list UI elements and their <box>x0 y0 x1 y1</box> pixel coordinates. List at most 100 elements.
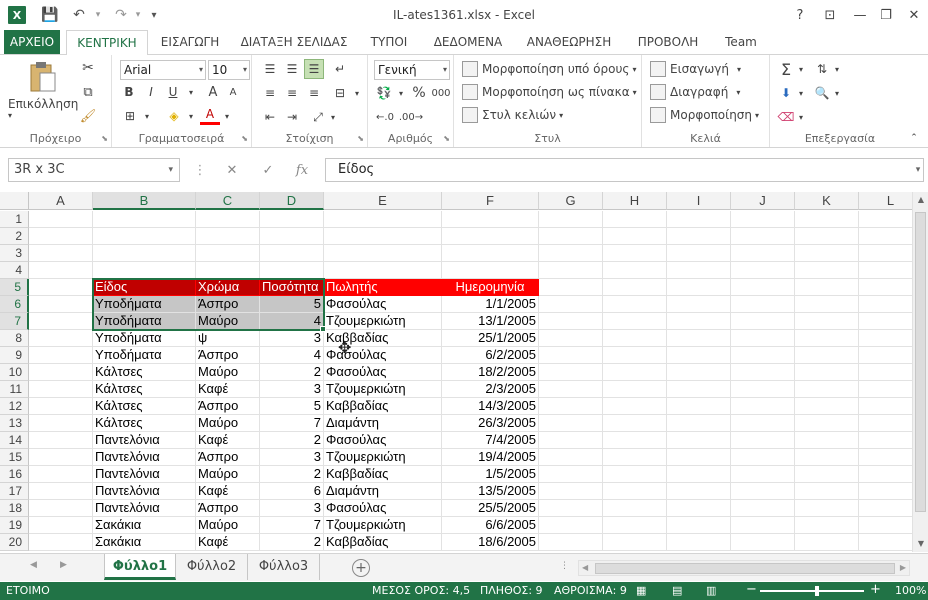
cell-B16[interactable]: Παντελόνια <box>93 466 196 483</box>
cell-D10[interactable]: 2 <box>260 364 324 381</box>
cell-H18[interactable] <box>603 500 667 517</box>
wrap-text-icon[interactable]: ↵ <box>330 59 350 79</box>
sheet-tab-2[interactable]: Φύλλο2 <box>176 554 248 580</box>
cell-I10[interactable] <box>667 364 731 381</box>
insert-function-icon[interactable]: fx <box>290 158 314 182</box>
cell-J2[interactable] <box>731 228 795 245</box>
cell-I3[interactable] <box>667 245 731 262</box>
row-header-2[interactable]: 2 <box>0 228 29 245</box>
cell-G12[interactable] <box>539 398 603 415</box>
cell-G1[interactable] <box>539 211 603 228</box>
cell-C17[interactable]: Καφέ <box>196 483 260 500</box>
cell-A18[interactable] <box>29 500 93 517</box>
cell-C7[interactable]: Μαύρο <box>196 313 260 330</box>
cell-B17[interactable]: Παντελόνια <box>93 483 196 500</box>
cell-D18[interactable]: 3 <box>260 500 324 517</box>
cell-A3[interactable] <box>29 245 93 262</box>
cell-H3[interactable] <box>603 245 667 262</box>
column-header-B[interactable]: B <box>93 192 196 210</box>
autosum-button[interactable]: Σ <box>776 59 796 79</box>
middle-align-icon[interactable]: ☰ <box>282 59 302 79</box>
tab-page-layout[interactable]: ΔΙΑΤΑΞΗ ΣΕΛΙΔΑΣ <box>238 30 350 54</box>
format-painter-icon[interactable]: 🖌 <box>78 107 98 125</box>
shrink-font-button[interactable]: A <box>224 83 242 101</box>
conditional-formatting-button[interactable]: Μορφοποίηση υπό όρους ▾ <box>462 61 636 77</box>
minimize-button[interactable]: — <box>846 4 874 26</box>
column-header-E[interactable]: E <box>324 192 442 210</box>
cell-C15[interactable]: Άσπρο <box>196 449 260 466</box>
font-color-icon[interactable]: A <box>200 105 220 125</box>
cell-H1[interactable] <box>603 211 667 228</box>
cell-H6[interactable] <box>603 296 667 313</box>
borders-icon[interactable]: ⊞ <box>120 107 140 125</box>
find-select-icon[interactable]: 🔍 <box>812 83 832 103</box>
cell-K3[interactable] <box>795 245 859 262</box>
cell-C8[interactable]: ψ <box>196 330 260 347</box>
cell-I1[interactable] <box>667 211 731 228</box>
row-header-12[interactable]: 12 <box>0 398 29 415</box>
formula-options-icon[interactable]: ⋮ <box>188 158 212 182</box>
cell-H8[interactable] <box>603 330 667 347</box>
center-icon[interactable]: ≡ <box>282 83 302 103</box>
cell-F5[interactable]: Ημερομηνία <box>442 279 539 296</box>
cell-J19[interactable] <box>731 517 795 534</box>
cell-E12[interactable]: Καββαδίας <box>324 398 442 415</box>
currency-dropdown-icon[interactable]: ▾ <box>396 83 406 103</box>
column-header-C[interactable]: C <box>196 192 260 210</box>
sheet-tab-1[interactable]: Φύλλο1 <box>104 554 176 580</box>
zoom-slider-knob[interactable] <box>815 586 819 596</box>
cell-C11[interactable]: Καφέ <box>196 381 260 398</box>
row-header-1[interactable]: 1 <box>0 211 29 228</box>
cell-E17[interactable]: Διαμάντη <box>324 483 442 500</box>
row-header-18[interactable]: 18 <box>0 500 29 517</box>
sort-filter-icon[interactable]: ⇅ <box>812 59 832 79</box>
cell-J17[interactable] <box>731 483 795 500</box>
tab-data[interactable]: ΔΕΔΟΜΕΝΑ <box>428 30 508 54</box>
cell-B9[interactable]: Υποδήματα <box>93 347 196 364</box>
cell-D6[interactable]: 5 <box>260 296 324 313</box>
cell-E20[interactable]: Καββαδίας <box>324 534 442 551</box>
cell-D8[interactable]: 3 <box>260 330 324 347</box>
cell-I2[interactable] <box>667 228 731 245</box>
cell-J18[interactable] <box>731 500 795 517</box>
cell-A12[interactable] <box>29 398 93 415</box>
sheet-next-icon[interactable]: ▶ <box>60 560 67 570</box>
cell-J3[interactable] <box>731 245 795 262</box>
row-header-16[interactable]: 16 <box>0 466 29 483</box>
cell-I12[interactable] <box>667 398 731 415</box>
cell-I7[interactable] <box>667 313 731 330</box>
dialog-launcher-icon[interactable]: ⬊ <box>443 134 450 143</box>
cell-J10[interactable] <box>731 364 795 381</box>
formula-input[interactable]: Είδος <box>325 158 924 182</box>
redo-icon[interactable]: ↷ <box>110 4 132 26</box>
cell-K13[interactable] <box>795 415 859 432</box>
cell-A7[interactable] <box>29 313 93 330</box>
cell-J4[interactable] <box>731 262 795 279</box>
cell-F2[interactable] <box>442 228 539 245</box>
cell-I4[interactable] <box>667 262 731 279</box>
italic-button[interactable]: I <box>142 83 160 101</box>
cell-F1[interactable] <box>442 211 539 228</box>
cell-C2[interactable] <box>196 228 260 245</box>
cell-D14[interactable]: 2 <box>260 432 324 449</box>
cell-B11[interactable]: Κάλτσες <box>93 381 196 398</box>
font-name-combo[interactable]: Arial ▾ <box>120 60 206 80</box>
cell-K7[interactable] <box>795 313 859 330</box>
decrease-indent-icon[interactable]: ⇤ <box>260 107 280 127</box>
cell-G8[interactable] <box>539 330 603 347</box>
cell-J20[interactable] <box>731 534 795 551</box>
cell-G13[interactable] <box>539 415 603 432</box>
cell-A4[interactable] <box>29 262 93 279</box>
find-dropdown-icon[interactable]: ▾ <box>832 83 842 103</box>
fill-dropdown-icon[interactable]: ▾ <box>796 83 806 103</box>
tab-formulas[interactable]: ΤΥΠΟΙ <box>362 30 416 54</box>
tab-review[interactable]: ΑΝΑΘΕΩΡΗΣΗ <box>520 30 618 54</box>
tab-view[interactable]: ΠΡΟΒΟΛΗ <box>630 30 706 54</box>
top-align-icon[interactable]: ☰ <box>260 59 280 79</box>
decrease-decimal-icon[interactable]: .00→ <box>399 107 423 127</box>
dialog-launcher-icon[interactable]: ⬊ <box>241 134 248 143</box>
cell-C16[interactable]: Μαύρο <box>196 466 260 483</box>
cell-E7[interactable]: Τζουμερκιώτη <box>324 313 442 330</box>
cell-J11[interactable] <box>731 381 795 398</box>
cell-I11[interactable] <box>667 381 731 398</box>
